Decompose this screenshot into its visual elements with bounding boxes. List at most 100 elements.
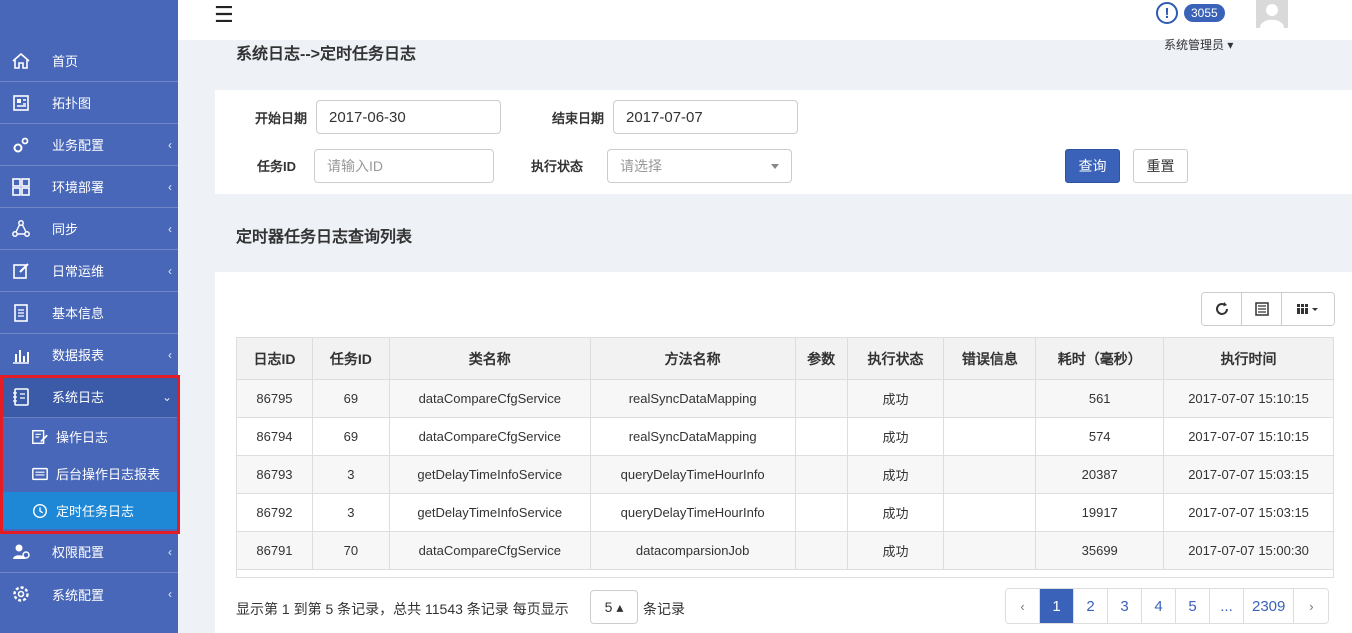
- avatar[interactable]: [1256, 0, 1288, 28]
- table-row[interactable]: 86791 70 dataCompareCfgService datacompa…: [236, 531, 1334, 570]
- cell-task-id: 3: [311, 493, 390, 532]
- home-icon: [10, 50, 32, 72]
- sidebar-item-daily-ops[interactable]: 日常运维 ‹: [0, 250, 178, 292]
- pen-doc-icon: [30, 427, 50, 447]
- chevron-left-icon: ‹: [168, 544, 172, 559]
- cell-log-id: 86795: [236, 379, 313, 418]
- sidebar-item-env-deploy[interactable]: 环境部署 ‹: [0, 166, 178, 208]
- sidebar-subitem-operation-log[interactable]: 操作日志: [0, 418, 178, 455]
- sidebar-item-system-log[interactable]: 系统日志 ⌄: [0, 376, 178, 418]
- sidebar-item-label: 权限配置: [52, 545, 105, 560]
- users-icon: [10, 541, 32, 563]
- edit-icon: [10, 260, 32, 282]
- cell-task-id: 3: [311, 455, 390, 494]
- toggle-view-button[interactable]: [1242, 293, 1282, 325]
- sidebar-item-data-report[interactable]: 数据报表 ‹: [0, 334, 178, 376]
- table-scrollbar[interactable]: [236, 570, 1334, 578]
- cell-duration: 20387: [1035, 455, 1165, 494]
- task-id-input[interactable]: [314, 149, 494, 183]
- alert-count-badge[interactable]: 3055: [1184, 4, 1225, 22]
- status-select[interactable]: 请选择: [607, 149, 792, 183]
- sidebar-item-system-config[interactable]: 系统配置 ‹: [0, 573, 178, 615]
- cell-params: [794, 455, 848, 494]
- cell-duration: 574: [1035, 417, 1165, 456]
- sidebar-item-basic-info[interactable]: 基本信息: [0, 292, 178, 334]
- sidebar-subitem-backend-log-report[interactable]: 后台操作日志报表: [0, 455, 178, 492]
- sidebar-item-label: 拓扑图: [52, 96, 92, 111]
- sidebar-item-business-config[interactable]: 业务配置 ‹: [0, 124, 178, 166]
- table-title: 定时器任务日志查询列表: [236, 229, 413, 246]
- cell-task-id: 69: [311, 379, 390, 418]
- columns-button[interactable]: [1282, 293, 1334, 325]
- filter-panel: 开始日期 结束日期 任务ID 执行状态 请选择 查询 重置: [215, 90, 1352, 194]
- table-row[interactable]: 86793 3 getDelayTimeInfoService queryDel…: [236, 455, 1334, 494]
- column-header[interactable]: 方法名称: [589, 337, 796, 380]
- cell-error: [943, 455, 1037, 494]
- column-header[interactable]: 耗时（毫秒）: [1035, 337, 1165, 380]
- status-select-placeholder: 请选择: [620, 158, 662, 174]
- end-date-label: 结束日期: [552, 111, 605, 126]
- sidebar-item-label: 同步: [52, 222, 79, 237]
- chevron-left-icon: ‹: [168, 347, 172, 362]
- chevron-left-icon: ‹: [168, 263, 172, 278]
- sidebar-item-label: 数据报表: [52, 348, 105, 363]
- column-header[interactable]: 类名称: [388, 337, 591, 380]
- query-button[interactable]: 查询: [1065, 149, 1120, 183]
- cell-duration: 35699: [1035, 531, 1165, 570]
- table-row[interactable]: 86792 3 getDelayTimeInfoService queryDel…: [236, 493, 1334, 532]
- task-id-label: 任务ID: [257, 159, 297, 174]
- report-icon: [30, 464, 50, 484]
- sidebar-item-permission-config[interactable]: 权限配置 ‹: [0, 531, 178, 573]
- prev-page-button[interactable]: ‹: [1006, 589, 1040, 623]
- column-header[interactable]: 参数: [794, 337, 848, 380]
- cell-exec-time: 2017-07-07 15:03:15: [1163, 455, 1334, 494]
- column-header[interactable]: 任务ID: [311, 337, 390, 380]
- column-header[interactable]: 日志ID: [236, 337, 313, 380]
- end-date-input[interactable]: [613, 100, 798, 134]
- page-button-4[interactable]: 4: [1142, 589, 1176, 623]
- alert-icon[interactable]: !: [1156, 2, 1178, 24]
- cell-log-id: 86792: [236, 493, 313, 532]
- page-button-3[interactable]: 3: [1108, 589, 1142, 623]
- cell-method-name: datacomparsionJob: [589, 531, 796, 570]
- menu-toggle-icon[interactable]: ☰: [214, 2, 234, 28]
- sidebar-item-label: 系统日志: [52, 390, 105, 405]
- refresh-button[interactable]: [1202, 293, 1242, 325]
- cell-method-name: realSyncDataMapping: [589, 379, 796, 418]
- start-date-input[interactable]: [316, 100, 501, 134]
- breadcrumb: 系统日志-->定时任务日志: [236, 46, 417, 63]
- sidebar-item-label: 系统配置: [52, 587, 105, 603]
- cell-params: [794, 531, 848, 570]
- page-button-2[interactable]: 2: [1074, 589, 1108, 623]
- reset-button[interactable]: 重置: [1133, 149, 1188, 183]
- column-header[interactable]: 错误信息: [943, 337, 1037, 380]
- cell-params: [794, 493, 848, 532]
- top-bar: ☰ ! 3055 系统管理员 ▾: [178, 0, 1352, 52]
- cell-exec-time: 2017-07-07 15:10:15: [1163, 379, 1334, 418]
- user-menu[interactable]: 系统管理员 ▾: [1164, 36, 1233, 53]
- sidebar-item-topology[interactable]: 拓扑图: [0, 82, 178, 124]
- cell-exec-time: 2017-07-07 15:03:15: [1163, 493, 1334, 532]
- cell-duration: 19917: [1035, 493, 1165, 532]
- page-size-select[interactable]: 5 ▴: [590, 590, 638, 624]
- table-row[interactable]: 86795 69 dataCompareCfgService realSyncD…: [236, 379, 1334, 418]
- sidebar: 首页 拓扑图 业务配置 ‹ 环境部署 ‹ 同步 ‹ 日常运维 ‹ 基本信息 数据…: [0, 0, 180, 633]
- cell-status: 成功: [846, 379, 945, 418]
- sidebar-subitem-scheduled-task-log[interactable]: 定时任务日志: [0, 492, 178, 529]
- page-button-5[interactable]: 5: [1176, 589, 1210, 623]
- cell-method-name: queryDelayTimeHourInfo: [589, 455, 796, 494]
- cell-method-name: realSyncDataMapping: [589, 417, 796, 456]
- cell-error: [943, 417, 1037, 456]
- page-button-last[interactable]: 2309: [1244, 589, 1295, 623]
- table-row[interactable]: 86794 69 dataCompareCfgService realSyncD…: [236, 417, 1334, 456]
- column-header[interactable]: 执行时间: [1163, 337, 1334, 380]
- sidebar-item-sync[interactable]: 同步 ‹: [0, 208, 178, 250]
- sidebar-item-home[interactable]: 首页: [0, 40, 178, 82]
- sidebar-subitem-label: 操作日志: [56, 430, 109, 445]
- page-button-1[interactable]: 1: [1040, 589, 1074, 623]
- cell-status: 成功: [846, 493, 945, 532]
- columns-icon: [1297, 304, 1318, 314]
- next-page-button[interactable]: ›: [1294, 589, 1329, 623]
- column-header[interactable]: 执行状态: [846, 337, 945, 380]
- network-icon: [10, 218, 32, 240]
